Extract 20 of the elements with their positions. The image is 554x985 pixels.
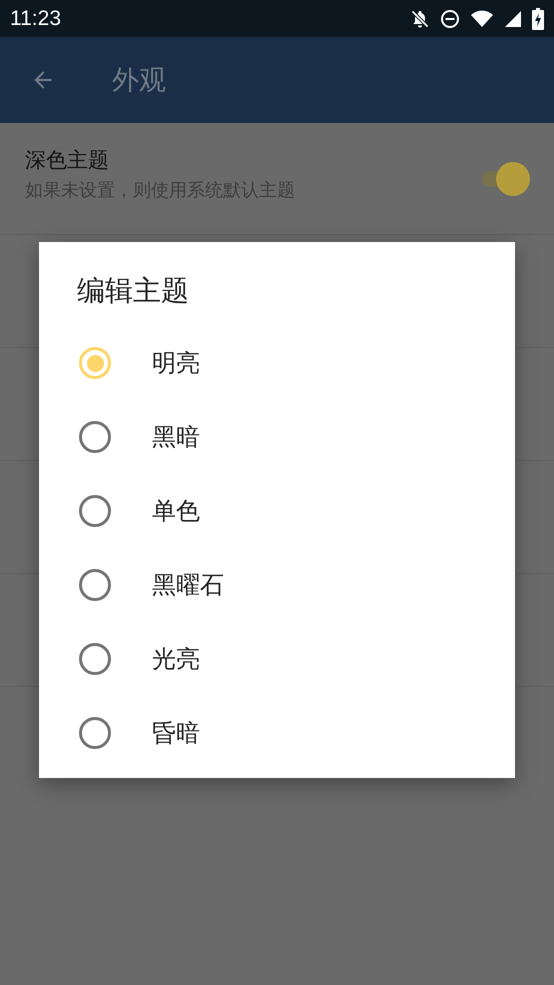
battery-charging-icon — [532, 8, 544, 30]
signal-icon — [504, 10, 522, 28]
radio-button[interactable] — [79, 421, 111, 453]
do-not-disturb-icon — [440, 8, 460, 28]
radio-button[interactable] — [79, 569, 111, 601]
theme-option-label[interactable]: 黑曜石 — [152, 569, 224, 601]
theme-option-label[interactable]: 明亮 — [152, 347, 200, 379]
clock-time: 11:23 — [10, 6, 61, 30]
radio-button[interactable] — [79, 717, 111, 749]
theme-option-label[interactable]: 单色 — [152, 495, 200, 527]
setting-title: 深色主题 — [25, 146, 110, 174]
theme-option-label[interactable]: 昏暗 — [152, 717, 200, 749]
radio-button[interactable] — [79, 643, 111, 675]
screen-title: 外观 — [112, 64, 166, 98]
dialog-title: 编辑主题 — [77, 273, 190, 309]
theme-option-label[interactable]: 黑暗 — [152, 421, 200, 453]
notifications-off-icon — [410, 8, 430, 28]
radio-button[interactable] — [79, 495, 111, 527]
theme-option-label[interactable]: 光亮 — [152, 643, 200, 675]
wifi-icon — [470, 8, 494, 28]
